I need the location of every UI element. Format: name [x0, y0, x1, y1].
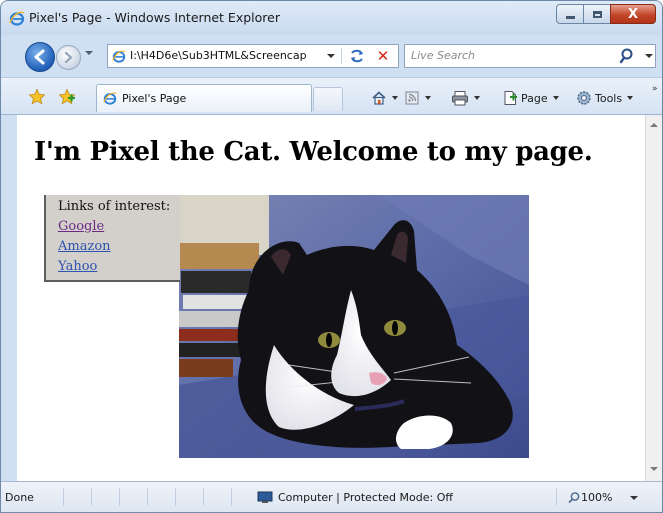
refresh-icon[interactable] — [348, 47, 366, 65]
link-google[interactable]: Google — [58, 217, 180, 237]
recent-pages-dropdown[interactable] — [85, 51, 93, 55]
tools-menu-label: Tools — [595, 91, 623, 105]
title-bar[interactable]: Pixel's Page - Windows Internet Explorer… — [1, 1, 662, 35]
search-input[interactable]: Live Search — [404, 44, 656, 68]
status-divider — [203, 488, 204, 506]
zoom-dropdown-icon[interactable] — [630, 496, 638, 500]
page-heading: I'm Pixel the Cat. Welcome to my page. — [34, 137, 593, 167]
stop-icon[interactable]: ✕ — [374, 47, 392, 65]
link-yahoo[interactable]: Yahoo — [58, 257, 180, 277]
home-dropdown-icon[interactable] — [392, 96, 398, 100]
search-placeholder: Live Search — [411, 49, 475, 62]
status-divider — [147, 488, 148, 506]
search-icon[interactable] — [619, 47, 637, 65]
status-divider — [63, 488, 64, 506]
back-arrow-icon — [34, 49, 45, 65]
minimize-icon — [565, 16, 575, 19]
scroll-up-arrow-icon[interactable] — [650, 123, 658, 127]
zoom-level[interactable]: 100% — [581, 491, 612, 504]
link-amazon[interactable]: Amazon — [58, 237, 180, 257]
print-button[interactable] — [451, 89, 480, 107]
add-favorites-icon[interactable] — [58, 88, 76, 106]
maximize-icon — [592, 10, 602, 18]
tab-pixels-page[interactable]: Pixel's Page — [96, 84, 312, 112]
status-text: Done — [5, 491, 34, 504]
divider — [341, 48, 342, 64]
address-dropdown-icon[interactable] — [327, 54, 335, 58]
status-bar: Done Computer | Protected Mode: Off 100% — [1, 481, 662, 512]
window-title: Pixel's Page - Windows Internet Explorer — [29, 10, 280, 25]
ie-logo-icon — [9, 11, 25, 26]
status-divider — [91, 488, 92, 506]
gear-icon — [577, 91, 591, 105]
new-tab-button[interactable] — [313, 87, 343, 111]
close-icon: X — [627, 6, 639, 22]
back-button[interactable] — [25, 42, 55, 72]
page-menu[interactable]: Page — [503, 89, 559, 107]
feeds-dropdown-icon[interactable] — [425, 96, 431, 100]
vertical-scrollbar[interactable] — [645, 115, 662, 481]
computer-icon — [257, 491, 273, 503]
tools-menu[interactable]: Tools — [576, 89, 634, 107]
page-icon — [504, 91, 517, 105]
links-heading: Links of interest: — [58, 199, 171, 214]
page-dropdown-icon — [552, 96, 559, 100]
print-dropdown-icon[interactable] — [474, 96, 480, 100]
zoom-icon — [568, 492, 580, 504]
command-bar: Pixel's Page Page Tools » — [1, 77, 662, 115]
status-divider — [556, 488, 557, 506]
home-button[interactable] — [371, 89, 398, 107]
cat-photo — [179, 195, 529, 458]
close-button[interactable]: X — [610, 4, 656, 24]
browser-window: Pixel's Page - Windows Internet Explorer… — [0, 0, 663, 513]
navigation-bar: I:\H4D6e\Sub3HTML&Screencap ✕ Live Searc… — [1, 36, 662, 76]
status-divider — [231, 488, 232, 506]
feeds-button[interactable] — [404, 89, 431, 107]
address-text[interactable]: I:\H4D6e\Sub3HTML&Screencap — [130, 49, 307, 62]
tab-label: Pixel's Page — [122, 92, 187, 105]
forward-button[interactable] — [56, 45, 81, 70]
scroll-down-arrow-icon[interactable] — [650, 467, 658, 471]
ie-page-icon — [103, 92, 117, 105]
address-field[interactable]: I:\H4D6e\Sub3HTML&Screencap ✕ — [107, 44, 399, 68]
maximize-button[interactable] — [583, 4, 611, 24]
links-panel: Links of interest: Google Amazon Yahoo — [44, 195, 180, 282]
more-commands-chevron-icon[interactable]: » — [652, 84, 658, 94]
page-menu-label: Page — [521, 91, 548, 105]
status-divider — [175, 488, 176, 506]
tools-dropdown-icon — [627, 96, 634, 100]
feeds-icon — [405, 91, 419, 105]
minimize-button[interactable] — [556, 4, 584, 24]
security-zone-text[interactable]: Computer | Protected Mode: Off — [278, 491, 453, 504]
page-icon — [112, 50, 126, 63]
print-icon — [452, 91, 468, 106]
forward-arrow-icon — [64, 51, 73, 64]
home-icon — [372, 91, 386, 105]
search-dropdown-icon[interactable] — [645, 54, 653, 58]
page-content: I'm Pixel the Cat. Welcome to my page. L… — [17, 115, 645, 481]
status-divider — [119, 488, 120, 506]
window-frame-left — [1, 115, 17, 481]
favorites-star-icon[interactable] — [28, 88, 46, 106]
